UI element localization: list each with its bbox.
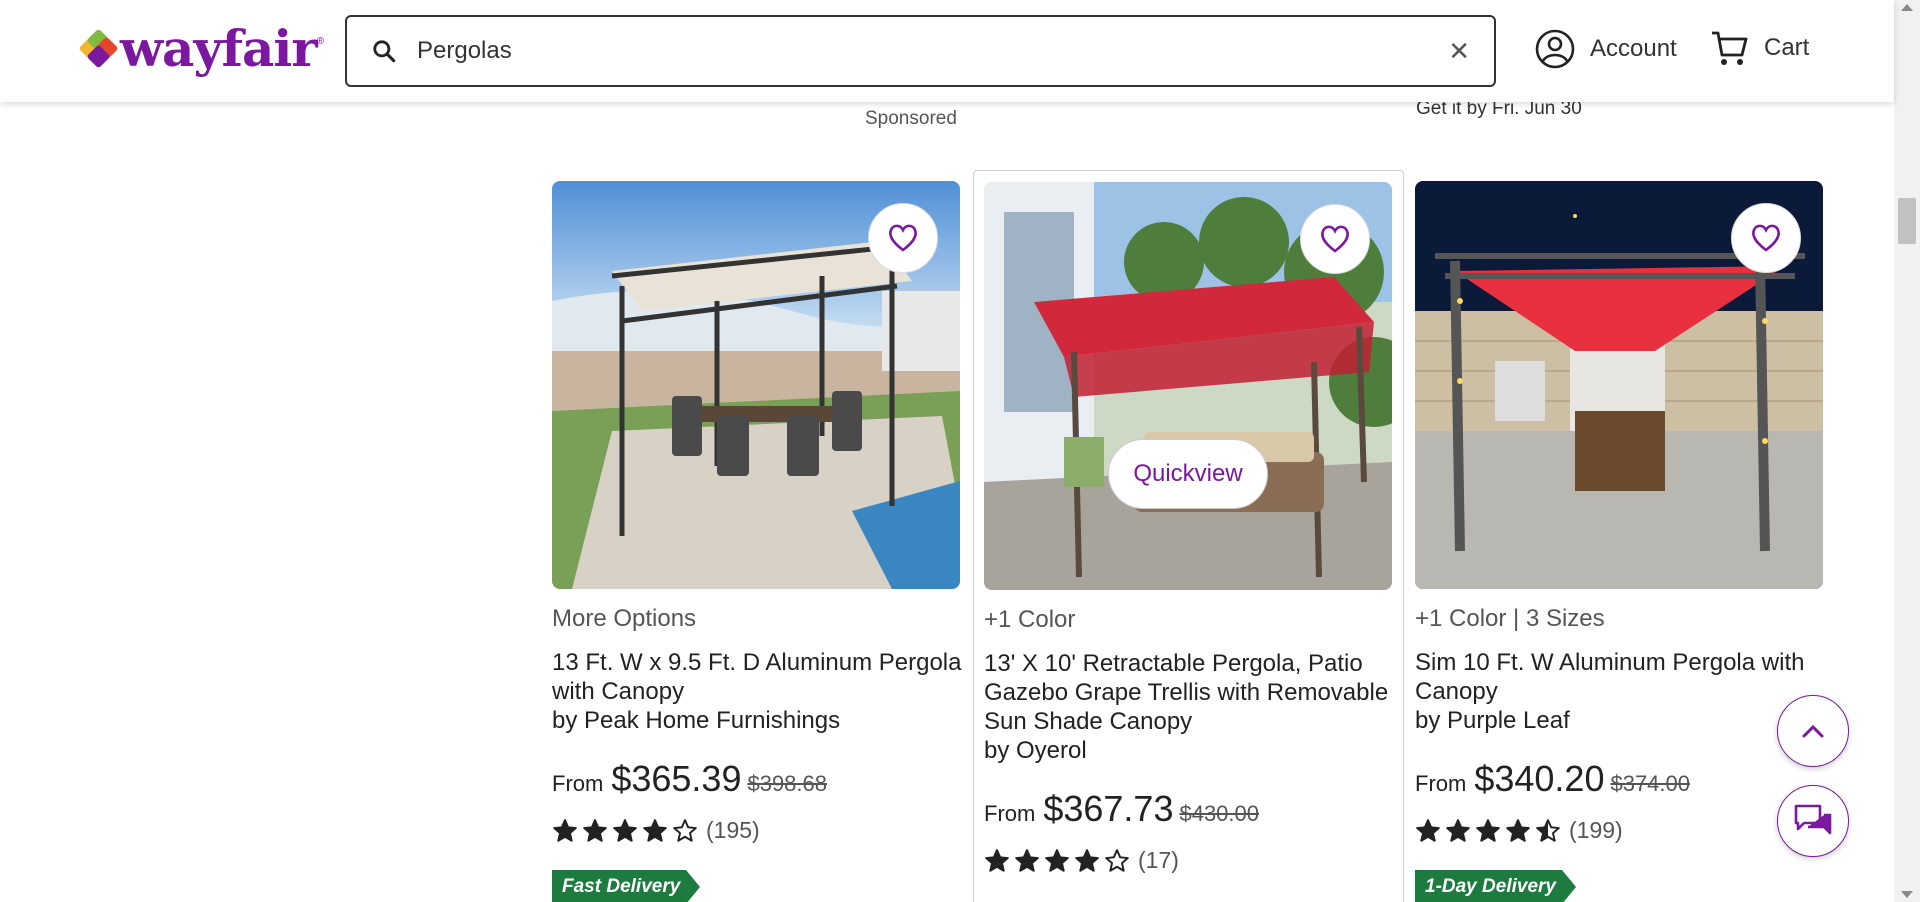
- product-name[interactable]: 13' X 10' Retractable Pergola, Patio Gaz…: [984, 650, 1388, 735]
- star-icon: [1105, 848, 1129, 872]
- chat-button[interactable]: [1777, 785, 1849, 857]
- delivery-badge-text: 1-Day Delivery: [1415, 870, 1562, 902]
- product-brand[interactable]: by Oyerol: [984, 736, 1394, 765]
- product-card[interactable]: Quickview +1 Color 13' X 10' Retractable…: [973, 170, 1404, 902]
- logo-text: wayfair: [120, 19, 318, 78]
- cart-icon: [1712, 31, 1748, 65]
- product-image[interactable]: Quickview: [984, 182, 1392, 590]
- sale-price: $365.39: [611, 758, 742, 799]
- product-card[interactable]: More Options 13 Ft. W x 9.5 Ft. D Alumin…: [542, 170, 973, 902]
- favorite-button[interactable]: [1731, 203, 1801, 273]
- star-icon: [553, 818, 577, 842]
- star-icon: [673, 818, 697, 842]
- review-count[interactable]: (17): [1138, 847, 1179, 874]
- product-image[interactable]: [1415, 181, 1823, 589]
- heart-outline-icon: [1321, 225, 1349, 253]
- account-label: Account: [1590, 35, 1677, 62]
- product-title[interactable]: Sim 10 Ft. W Aluminum Pergola with Canop…: [1415, 648, 1825, 735]
- star-icon: [1045, 848, 1069, 872]
- product-title[interactable]: 13' X 10' Retractable Pergola, Patio Gaz…: [984, 649, 1394, 765]
- product-options: More Options: [552, 605, 697, 632]
- scrollbar-thumb[interactable]: [1898, 198, 1916, 244]
- star-icon: [1416, 818, 1440, 842]
- sale-price: $367.73: [1043, 788, 1174, 829]
- price-row: From $367.73 $430.00: [984, 788, 1259, 830]
- cart-button[interactable]: Cart: [1710, 28, 1809, 68]
- site-header: wayfair ® ✕ Account Cart: [0, 0, 1894, 102]
- rating-stars[interactable]: (17): [984, 847, 1179, 874]
- logo-trademark: ®: [316, 36, 325, 47]
- product-card[interactable]: +1 Color | 3 Sizes Sim 10 Ft. W Aluminum…: [1405, 170, 1836, 902]
- logo-mark-icon: [78, 28, 119, 69]
- review-count[interactable]: (199): [1569, 817, 1623, 844]
- star-icon: [1015, 848, 1039, 872]
- search-input[interactable]: [417, 37, 1449, 65]
- star-icon: [643, 818, 667, 842]
- quickview-button[interactable]: Quickview: [1108, 439, 1268, 509]
- price-row: From $340.20 $374.00: [1415, 758, 1690, 800]
- star-icon: [1075, 848, 1099, 872]
- chat-bubbles-icon: [1794, 804, 1832, 835]
- rating-stars[interactable]: (195): [552, 817, 760, 844]
- account-button[interactable]: Account: [1534, 28, 1677, 70]
- price-from-label: From: [552, 771, 604, 796]
- product-brand[interactable]: by Purple Leaf: [1415, 706, 1825, 735]
- star-icon: [583, 818, 607, 842]
- page-scrollbar[interactable]: [1894, 0, 1920, 902]
- chevron-up-icon: [1802, 724, 1824, 738]
- close-icon[interactable]: ✕: [1448, 36, 1470, 67]
- favorite-button[interactable]: [868, 203, 938, 273]
- product-title[interactable]: 13 Ft. W x 9.5 Ft. D Aluminum Pergola wi…: [552, 648, 962, 735]
- price-row: From $365.39 $398.68: [552, 758, 827, 800]
- sponsored-label: Sponsored: [865, 108, 957, 129]
- heart-outline-icon: [889, 224, 917, 252]
- product-name[interactable]: 13 Ft. W x 9.5 Ft. D Aluminum Pergola wi…: [552, 649, 961, 705]
- product-options: +1 Color | 3 Sizes: [1415, 605, 1605, 632]
- original-price: $430.00: [1179, 801, 1259, 826]
- review-count[interactable]: (195): [706, 817, 760, 844]
- star-icon: [1476, 818, 1500, 842]
- price-from-label: From: [984, 801, 1036, 826]
- star-icon: [1506, 818, 1530, 842]
- star-icon: [1536, 818, 1560, 842]
- star-icon: [985, 848, 1009, 872]
- star-icon: [1446, 818, 1470, 842]
- cart-label: Cart: [1764, 34, 1810, 61]
- original-price: $374.00: [1610, 771, 1690, 796]
- wayfair-logo[interactable]: wayfair ®: [78, 19, 325, 78]
- product-brand[interactable]: by Peak Home Furnishings: [552, 706, 962, 735]
- account-circle-icon: [1535, 29, 1575, 69]
- product-image[interactable]: [552, 181, 960, 589]
- original-price: $398.68: [747, 771, 827, 796]
- price-from-label: From: [1415, 771, 1467, 796]
- scroll-up-arrow-icon[interactable]: [1901, 4, 1913, 11]
- star-icon: [613, 818, 637, 842]
- scroll-down-arrow-icon[interactable]: [1901, 891, 1913, 898]
- sale-price: $340.20: [1474, 758, 1605, 799]
- search-bar: ✕: [345, 15, 1496, 87]
- delivery-badge: Fast Delivery: [552, 870, 701, 902]
- favorite-button[interactable]: [1300, 204, 1370, 274]
- product-name[interactable]: Sim 10 Ft. W Aluminum Pergola with Canop…: [1415, 649, 1804, 705]
- search-icon[interactable]: [371, 38, 397, 64]
- delivery-badge: 1-Day Delivery: [1415, 870, 1576, 902]
- product-options: +1 Color: [984, 606, 1076, 633]
- rating-stars[interactable]: (199): [1415, 817, 1623, 844]
- delivery-badge-text: Fast Delivery: [552, 870, 687, 902]
- back-to-top-button[interactable]: [1777, 695, 1849, 767]
- heart-outline-icon: [1752, 224, 1780, 252]
